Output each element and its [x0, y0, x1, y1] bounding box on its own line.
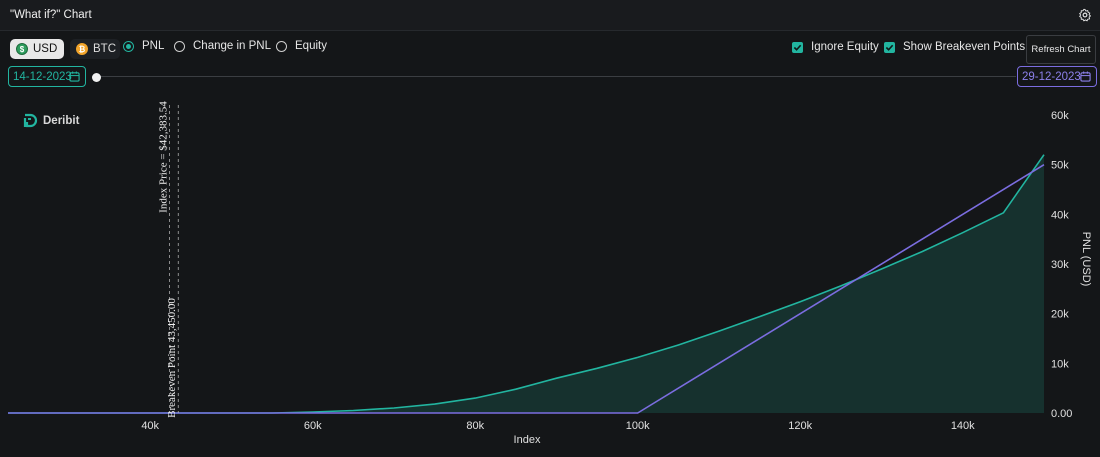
calendar-icon [1080, 71, 1091, 82]
y-axis-label: PNL (USD) [1080, 232, 1092, 287]
gear-icon[interactable] [1078, 8, 1092, 22]
radio-change-label: Change in PNL [193, 40, 271, 52]
x-tick-label: 120k [788, 420, 812, 432]
currency-btc-label: BTC [93, 43, 116, 55]
end-date-value: 29-12-2023 [1022, 70, 1081, 83]
x-axis-label: Index [514, 434, 541, 446]
currency-usd-label: USD [33, 43, 58, 55]
date-slider-handle[interactable] [92, 73, 101, 82]
end-date-picker[interactable]: 29-12-2023 [1017, 66, 1097, 87]
y-tick-label: 10k [1051, 358, 1069, 370]
y-tick-label: 50k [1051, 160, 1069, 172]
x-tick-label: 40k [141, 420, 159, 432]
x-tick-label: 140k [951, 420, 975, 432]
pnl-chart[interactable]: Index Price = $42,383.54 Breakeven Point … [0, 95, 1100, 457]
x-tick-label: 80k [466, 420, 484, 432]
radio-pnl-label: PNL [142, 40, 165, 52]
radio-equity-label: Equity [295, 40, 327, 52]
ignore-equity-label: Ignore Equity [811, 41, 879, 53]
radio-equity[interactable]: Equity [276, 40, 327, 52]
chart-header: "What if?" Chart [0, 0, 1100, 31]
radio-change-indicator [174, 40, 185, 52]
x-tick-label: 100k [626, 420, 650, 432]
show-breakeven-label: Show Breakeven Points [903, 41, 1026, 53]
show-breakeven-checkbox[interactable]: Show Breakeven Points [884, 41, 1025, 53]
currency-usd-toggle[interactable]: $ USD [10, 39, 64, 59]
y-tick-label: 20k [1051, 309, 1069, 321]
y-tick-label: 30k [1051, 259, 1069, 271]
calendar-icon [69, 71, 80, 82]
y-tick-label: 60k [1051, 110, 1069, 122]
annotation-label: Index Price = $42,383.54 [158, 101, 170, 213]
radio-change-in-pnl[interactable]: Change in PNL [174, 40, 271, 52]
chart-title: "What if?" Chart [10, 9, 92, 21]
checkmark-icon [792, 41, 803, 53]
start-date-value: 14-12-2023 [13, 70, 72, 83]
deribit-logo-text: Deribit [43, 115, 80, 127]
y-tick-label: 0.00 [1051, 408, 1072, 420]
checkmark-icon [884, 41, 895, 53]
radio-equity-indicator [276, 40, 287, 52]
ignore-equity-checkbox[interactable]: Ignore Equity [792, 41, 879, 53]
dollar-icon: $ [16, 43, 28, 55]
annotation-label: Breakeven Point 43,450.00 [166, 298, 178, 418]
x-tick-label: 60k [304, 420, 322, 432]
radio-pnl-indicator [123, 40, 134, 52]
y-tick-label: 40k [1051, 209, 1069, 221]
date-range-track[interactable] [96, 76, 1016, 77]
bitcoin-icon: ₿ [76, 43, 88, 55]
start-date-picker[interactable]: 14-12-2023 [8, 66, 86, 87]
currency-btc-toggle[interactable]: ₿ BTC [70, 39, 120, 59]
refresh-chart-button[interactable]: Refresh Chart [1026, 35, 1096, 64]
deribit-logo-icon [23, 113, 38, 128]
radio-pnl[interactable]: PNL [123, 40, 164, 52]
deribit-logo: Deribit [22, 113, 79, 129]
